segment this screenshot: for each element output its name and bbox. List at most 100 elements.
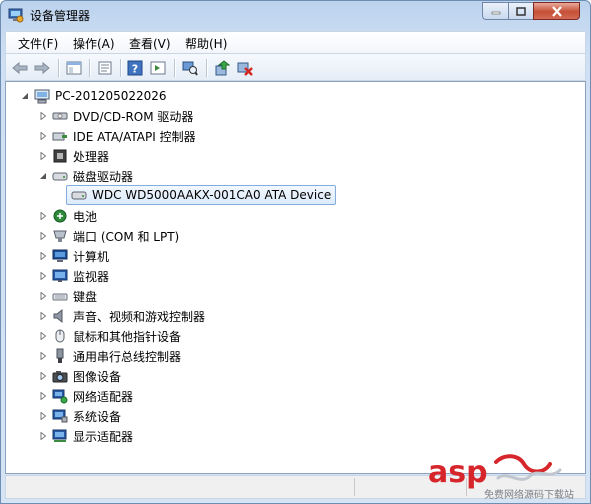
update-driver-button[interactable] (212, 58, 232, 78)
tree-item-label: 磁盘驱动器 (73, 169, 134, 184)
tree-item-label: 显示适配器 (73, 429, 134, 444)
hard-disk-icon (71, 191, 87, 200)
window-title: 设备管理器 (30, 9, 91, 23)
collapsed-arrow-icon[interactable] (38, 151, 48, 161)
tree-item-usb[interactable]: 通用串行总线控制器 (38, 346, 181, 366)
tree-item-dvd[interactable]: DVD/CD-ROM 驱动器 (38, 106, 193, 126)
properties-button[interactable] (95, 58, 115, 78)
disk-drive-icon (52, 172, 68, 181)
help-icon: ? (127, 60, 143, 76)
tree-item-label: 网络适配器 (73, 389, 134, 404)
collapsed-arrow-icon[interactable] (38, 391, 48, 401)
status-bar (5, 475, 586, 499)
imaging-device-icon (52, 371, 68, 383)
ide-controller-icon (52, 132, 67, 141)
tree-item-hard-disk-selected[interactable]: WDC WD5000AAKX-001CA0 ATA Device (66, 185, 337, 205)
tree-item-display-adapter[interactable]: 显示适配器 (38, 426, 133, 446)
collapsed-arrow-icon[interactable] (38, 351, 48, 361)
tree-item-label: 通用串行总线控制器 (73, 349, 182, 364)
tree-item-ide[interactable]: IDE ATA/ATAPI 控制器 (38, 126, 196, 146)
computer-icon (52, 249, 68, 262)
tree-item-imaging[interactable]: 图像设备 (38, 366, 121, 386)
collapsed-arrow-icon[interactable] (38, 291, 48, 301)
minimize-icon (491, 11, 500, 15)
status-divider (466, 478, 467, 496)
collapsed-arrow-icon[interactable] (38, 271, 48, 281)
help-button[interactable]: ? (125, 58, 145, 78)
back-button[interactable] (10, 58, 30, 78)
collapsed-arrow-icon[interactable] (38, 251, 48, 261)
tree-item-label: DVD/CD-ROM 驱动器 (73, 109, 194, 124)
mouse-icon (55, 329, 65, 343)
maximize-icon (516, 6, 526, 16)
collapsed-arrow-icon[interactable] (38, 111, 48, 121)
display-adapter-icon (52, 429, 67, 442)
collapsed-arrow-icon[interactable] (38, 311, 48, 321)
usb-icon (56, 348, 64, 363)
tree-item-network[interactable]: 网络适配器 (38, 386, 133, 406)
scan-hardware-changes-button[interactable] (180, 58, 200, 78)
tree-item-battery[interactable]: 电池 (38, 206, 97, 226)
tree-item-label: 电池 (73, 209, 98, 224)
maximize-button[interactable] (508, 2, 534, 20)
menu-help[interactable]: 帮助(H) (185, 35, 227, 52)
uninstall-device-icon (237, 62, 253, 76)
processor-icon (53, 149, 67, 163)
tree-item-label: 键盘 (73, 289, 98, 304)
tree-item-label: WDC WD5000AAKX-001CA0 ATA Device (92, 188, 332, 202)
expanded-arrow-icon[interactable] (38, 171, 48, 181)
tree-root[interactable]: PC-201205022026 (20, 86, 167, 106)
battery-icon (53, 209, 67, 223)
tree-item-label: 图像设备 (73, 369, 122, 384)
tree-item-monitor[interactable]: 监视器 (38, 266, 109, 286)
collapsed-arrow-icon[interactable] (38, 231, 48, 241)
tree-item-label: 监视器 (73, 269, 110, 284)
svg-text:?: ? (132, 63, 138, 76)
tree-item-label: 声音、视频和游戏控制器 (73, 309, 206, 324)
computer-root-icon (34, 89, 50, 104)
show-hide-console-tree-icon (66, 61, 82, 75)
collapsed-arrow-icon[interactable] (38, 371, 48, 381)
properties-icon (98, 61, 112, 75)
tree-item-label: 计算机 (73, 249, 110, 264)
back-arrow-icon (12, 61, 28, 75)
menu-action[interactable]: 操作(A) (73, 35, 115, 52)
forward-button[interactable] (32, 58, 52, 78)
action-pane-button[interactable] (148, 58, 168, 78)
tree-item-computer[interactable]: 计算机 (38, 246, 109, 266)
tree-root-label: PC-201205022026 (55, 89, 167, 103)
tree-item-ports[interactable]: 端口 (COM 和 LPT) (38, 226, 179, 246)
minimize-button[interactable] (482, 2, 509, 20)
menu-file[interactable]: 文件(F) (18, 35, 58, 52)
port-icon (53, 230, 67, 242)
tree-item-disk-drives[interactable]: 磁盘驱动器 (38, 166, 133, 186)
collapsed-arrow-icon[interactable] (38, 131, 48, 141)
uninstall-device-button[interactable] (235, 58, 255, 78)
menu-view[interactable]: 查看(V) (129, 35, 171, 52)
toolbar: ? (5, 53, 586, 81)
tree-item-label: 处理器 (73, 149, 110, 164)
collapsed-arrow-icon[interactable] (38, 211, 48, 221)
tree-item-mouse[interactable]: 鼠标和其他指针设备 (38, 326, 181, 346)
device-manager-window: 设备管理器 文件(F) 操作(A) 查看(V) 帮助(H) ? PC-20120… (0, 0, 591, 504)
device-tree-pane[interactable]: PC-201205022026 DVD/CD-ROM 驱动器 IDE ATA/A… (5, 81, 586, 474)
close-button[interactable] (533, 2, 580, 20)
tree-item-processor[interactable]: 处理器 (38, 146, 109, 166)
tree-item-keyboard[interactable]: 键盘 (38, 286, 97, 306)
expanded-arrow-icon[interactable] (20, 91, 30, 101)
title-bar[interactable]: 设备管理器 (1, 1, 590, 29)
collapsed-arrow-icon[interactable] (38, 431, 48, 441)
collapsed-arrow-icon[interactable] (38, 331, 48, 341)
close-icon (551, 5, 562, 17)
tree-item-label: 鼠标和其他指针设备 (73, 329, 182, 344)
tree-item-sound[interactable]: 声音、视频和游戏控制器 (38, 306, 205, 326)
show-hide-console-tree-button[interactable] (64, 58, 84, 78)
device-manager-app-icon (8, 8, 24, 23)
action-pane-icon (150, 61, 166, 75)
sound-icon (53, 308, 63, 324)
tree-item-label: IDE ATA/ATAPI 控制器 (73, 129, 196, 144)
collapsed-arrow-icon[interactable] (38, 411, 48, 421)
dvd-drive-icon (52, 112, 68, 120)
update-driver-icon (215, 60, 230, 76)
tree-item-system[interactable]: 系统设备 (38, 406, 121, 426)
